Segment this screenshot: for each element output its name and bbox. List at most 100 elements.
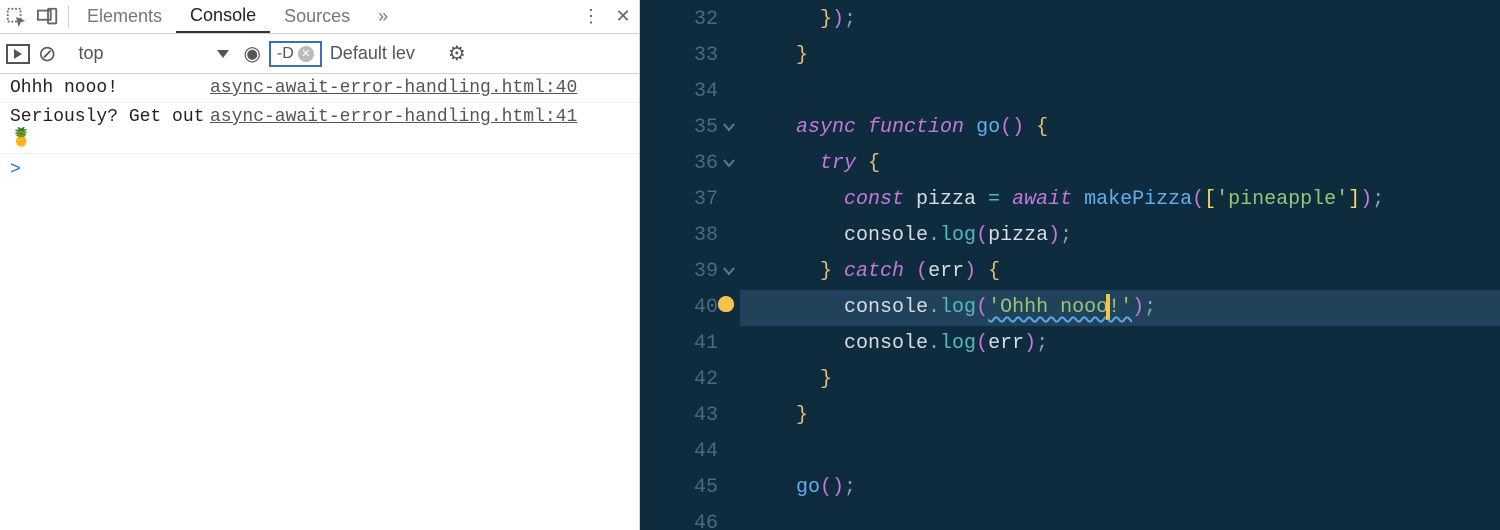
token: makePizza: [1084, 188, 1192, 211]
gutter: 323334353637383940414243444546: [640, 0, 740, 530]
console-toolbar: ⊘ top ◉ -D ✕ Default lev ⚙: [0, 34, 639, 74]
code-area[interactable]: }); } async function go() { try { const …: [740, 0, 1500, 530]
token: (: [976, 224, 988, 247]
token: {: [988, 260, 1000, 283]
token: log: [940, 332, 976, 355]
message-source-link[interactable]: async-await-error-handling.html:40: [210, 78, 577, 98]
settings-gear-icon[interactable]: ⚙: [448, 34, 466, 73]
line-number[interactable]: 38: [640, 218, 718, 254]
token: err: [988, 332, 1024, 355]
token: ;: [1372, 188, 1384, 211]
token: .: [928, 224, 940, 247]
code-line[interactable]: console.log(pizza);: [740, 218, 1500, 254]
code-line[interactable]: async function go() {: [740, 110, 1500, 146]
code-line[interactable]: } catch (err) {: [740, 254, 1500, 290]
fold-chevron-icon[interactable]: [722, 156, 736, 170]
devtools-tabbar: Elements Console Sources » ⋮ ✕: [0, 0, 639, 34]
tab-sources[interactable]: Sources: [270, 0, 364, 33]
tab-console[interactable]: Console: [176, 0, 270, 33]
message-text: Seriously? Get out 🍍: [10, 107, 210, 149]
token: log: [940, 296, 976, 319]
token: go: [976, 116, 1000, 139]
token: (: [1192, 188, 1204, 211]
filter-input[interactable]: -D ✕: [269, 41, 322, 67]
clear-console-icon[interactable]: ⊘: [38, 34, 56, 73]
token: ;: [1144, 296, 1156, 319]
token: pizza: [988, 224, 1048, 247]
code-line[interactable]: }: [740, 38, 1500, 74]
code-line[interactable]: }: [740, 398, 1500, 434]
line-number[interactable]: 41: [640, 326, 718, 362]
lightbulb-icon[interactable]: [718, 296, 734, 312]
token: async: [796, 116, 868, 139]
token: =: [988, 188, 1012, 211]
chevron-down-icon: [217, 50, 229, 58]
line-number[interactable]: 44: [640, 434, 718, 470]
token: .: [928, 332, 940, 355]
inspect-icon[interactable]: [0, 6, 32, 28]
tabs-overflow[interactable]: »: [364, 0, 402, 33]
token: ;: [1036, 332, 1048, 355]
line-number[interactable]: 42: [640, 362, 718, 398]
code-line[interactable]: console.log(err);: [740, 326, 1500, 362]
line-number[interactable]: 32: [640, 2, 718, 38]
line-number[interactable]: 35: [640, 110, 718, 146]
console-messages: Ohhh nooo! async-await-error-handling.ht…: [0, 74, 639, 530]
live-expression-icon[interactable]: ◉: [243, 34, 260, 73]
token: {: [868, 152, 880, 175]
token: log: [940, 224, 976, 247]
console-message: Ohhh nooo! async-await-error-handling.ht…: [0, 74, 639, 103]
fold-chevron-icon[interactable]: [722, 264, 736, 278]
line-number[interactable]: 39: [640, 254, 718, 290]
token: (: [916, 260, 928, 283]
token: 'Ohhh nooo: [988, 296, 1108, 319]
line-number[interactable]: 40: [640, 290, 718, 326]
show-sidebar-icon[interactable]: [6, 34, 30, 73]
kebab-menu-icon[interactable]: ⋮: [575, 6, 607, 27]
code-line[interactable]: });: [740, 2, 1500, 38]
token: console: [844, 332, 928, 355]
code-line[interactable]: }: [740, 362, 1500, 398]
code-line[interactable]: [740, 434, 1500, 470]
log-levels-selector[interactable]: Default lev: [330, 43, 440, 64]
code-line[interactable]: console.log('Ohhh nooo!');: [740, 290, 1500, 326]
token: {: [1036, 116, 1048, 139]
tab-elements[interactable]: Elements: [73, 0, 176, 33]
close-icon[interactable]: ✕: [607, 6, 639, 27]
token: catch: [844, 260, 916, 283]
token: const: [844, 188, 916, 211]
token: .: [928, 296, 940, 319]
line-number[interactable]: 34: [640, 74, 718, 110]
token: err: [928, 260, 964, 283]
token: ): [964, 260, 988, 283]
token: ;: [1060, 224, 1072, 247]
code-line[interactable]: [740, 506, 1500, 530]
context-selector[interactable]: top: [72, 43, 235, 64]
token: (): [1000, 116, 1024, 139]
console-prompt[interactable]: >: [0, 154, 639, 186]
token: await: [1012, 188, 1084, 211]
line-number[interactable]: 33: [640, 38, 718, 74]
token: (): [820, 476, 844, 499]
token: (: [976, 332, 988, 355]
token: go: [796, 476, 820, 499]
line-number[interactable]: 43: [640, 398, 718, 434]
token: ): [1360, 188, 1372, 211]
code-editor[interactable]: 323334353637383940414243444546 }); } asy…: [640, 0, 1500, 530]
token: function: [868, 116, 976, 139]
token: }: [796, 404, 808, 427]
code-line[interactable]: go();: [740, 470, 1500, 506]
line-number[interactable]: 36: [640, 146, 718, 182]
message-source-link[interactable]: async-await-error-handling.html:41: [210, 107, 577, 149]
device-toggle-icon[interactable]: [32, 7, 64, 27]
token: }: [820, 8, 832, 31]
code-line[interactable]: const pizza = await makePizza(['pineappl…: [740, 182, 1500, 218]
line-number[interactable]: 45: [640, 470, 718, 506]
code-line[interactable]: [740, 74, 1500, 110]
token: !': [1108, 296, 1132, 319]
clear-filter-icon[interactable]: ✕: [298, 46, 314, 62]
fold-chevron-icon[interactable]: [722, 120, 736, 134]
line-number[interactable]: 46: [640, 506, 718, 530]
line-number[interactable]: 37: [640, 182, 718, 218]
code-line[interactable]: try {: [740, 146, 1500, 182]
